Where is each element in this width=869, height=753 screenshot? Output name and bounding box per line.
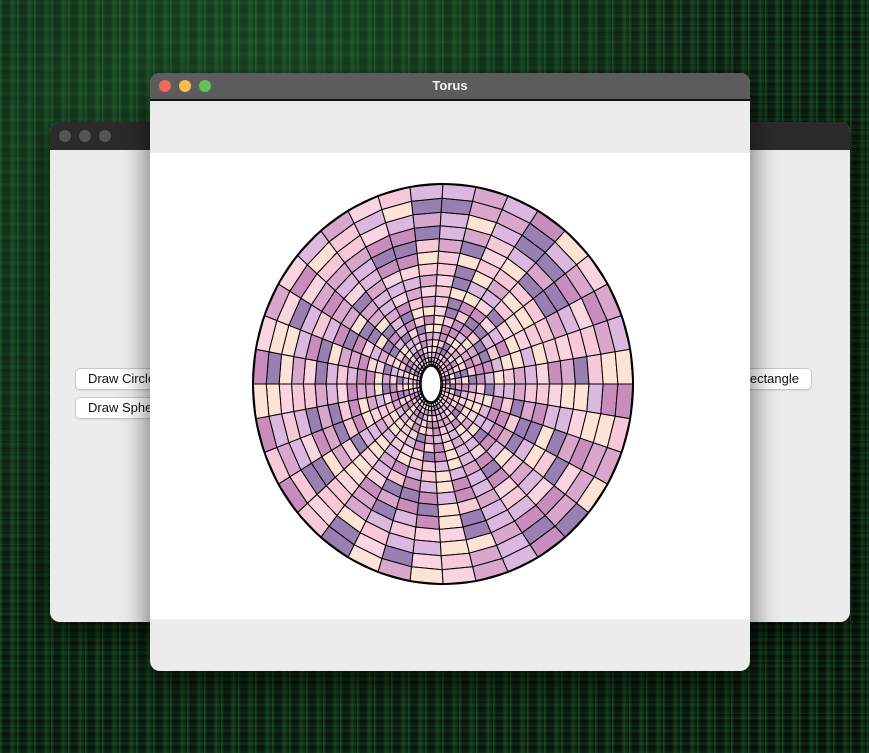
window-title: Torus xyxy=(432,78,468,93)
torus-patch xyxy=(422,451,436,463)
minimize-button[interactable] xyxy=(79,130,91,142)
torus-patch xyxy=(467,374,478,385)
torus-patch xyxy=(432,434,444,445)
close-button[interactable] xyxy=(59,130,71,142)
torus-patch xyxy=(547,360,563,385)
torus-patch xyxy=(423,442,435,454)
torus-patch xyxy=(432,427,442,437)
torus-patch xyxy=(493,369,505,385)
torus-patch xyxy=(535,383,551,406)
torus-patch xyxy=(449,377,457,385)
torus-patch xyxy=(483,371,496,385)
torus-patch xyxy=(433,442,446,454)
zoom-button[interactable] xyxy=(99,130,111,142)
torus-window: Torus xyxy=(150,73,750,671)
torus-drawing xyxy=(252,183,634,585)
torus-patch xyxy=(422,305,436,317)
torus-hole xyxy=(420,365,442,403)
torus-patch xyxy=(502,368,516,385)
torus-patch xyxy=(421,460,437,473)
torus-patch xyxy=(454,376,463,385)
torus-patch xyxy=(502,383,516,400)
torus-patch xyxy=(424,434,435,445)
torus-patch xyxy=(523,364,538,385)
torus-window-titlebar[interactable]: Torus xyxy=(150,73,750,101)
torus-patch xyxy=(493,383,505,399)
torus-patch xyxy=(535,362,551,385)
torus-patch xyxy=(381,383,391,395)
torus-patch xyxy=(431,420,440,430)
torus-patch xyxy=(373,371,384,385)
drawing-canvas xyxy=(150,153,750,619)
torus-patch xyxy=(513,366,527,385)
torus-patch xyxy=(475,373,486,385)
torus-patch xyxy=(365,369,376,385)
torus-patch xyxy=(424,323,435,334)
torus-patch xyxy=(373,383,384,397)
torus-patch xyxy=(434,460,451,473)
torus-patch xyxy=(435,470,453,483)
torus-patch xyxy=(460,375,470,385)
torus-patch xyxy=(483,383,496,397)
torus-patch xyxy=(365,383,376,399)
torus-patch xyxy=(513,383,527,402)
torus-patch xyxy=(389,383,398,394)
torus-patch xyxy=(421,295,437,308)
torus-patch xyxy=(433,451,448,463)
torus-patch xyxy=(523,383,538,404)
torus-patch xyxy=(547,383,563,408)
torus-patch xyxy=(423,314,435,326)
torus-patch xyxy=(425,331,434,341)
